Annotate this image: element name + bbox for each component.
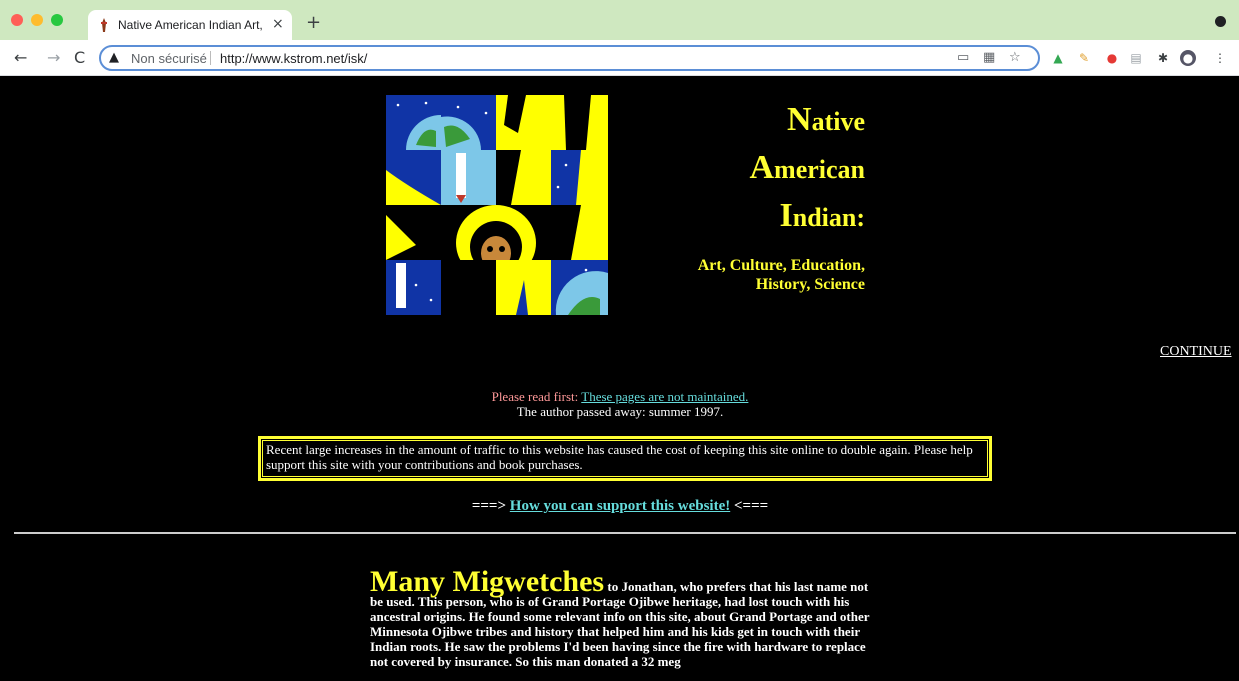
cost-notice-box: Recent large increases in the amount of … bbox=[258, 436, 992, 481]
notice-lead: Please read first: bbox=[491, 389, 579, 404]
browser-tab[interactable]: Native American Indian Art, Cul × bbox=[88, 10, 292, 40]
thanks-paragraph: Many Migwetches to Jonathan, who prefers… bbox=[370, 567, 880, 670]
horizontal-divider bbox=[14, 532, 1236, 534]
site-subtitle: Art, Culture, Education, History, Scienc… bbox=[697, 257, 865, 293]
google-drive-extension-icon[interactable]: ▲ bbox=[1050, 50, 1066, 66]
tab-search-icon[interactable] bbox=[1215, 16, 1226, 27]
title-line: Indian: bbox=[779, 197, 866, 234]
extensions-puzzle-icon[interactable]: ✱ bbox=[1155, 50, 1171, 66]
maintenance-notice: Please read first: These pages are not m… bbox=[380, 389, 860, 419]
new-tab-button[interactable]: + bbox=[306, 12, 321, 33]
support-website-link[interactable]: How you can support this website! bbox=[510, 498, 730, 514]
zoom-window-button[interactable] bbox=[51, 14, 63, 26]
browser-tab-bar: Native American Indian Art, Cul × + bbox=[0, 0, 1239, 40]
web-page: Native American Indian: Art, Culture, Ed… bbox=[0, 77, 1239, 681]
not-maintained-link[interactable]: These pages are not maintained. bbox=[581, 389, 748, 404]
document-extension-icon[interactable]: ▤ bbox=[1128, 50, 1144, 66]
site-title: Native American Indian: bbox=[650, 97, 865, 241]
reload-button[interactable]: C bbox=[74, 48, 85, 67]
address-separator bbox=[210, 51, 211, 65]
url-text[interactable]: http://www.kstrom.net/isk/ bbox=[220, 51, 367, 66]
browser-menu-icon[interactable]: ⋮ bbox=[1212, 50, 1228, 66]
back-button[interactable]: ← bbox=[14, 48, 27, 67]
security-label[interactable]: Non sécurisé bbox=[131, 51, 207, 66]
native-art-collage-image bbox=[386, 95, 608, 315]
support-line: ===> How you can support this website! <… bbox=[471, 498, 769, 514]
tab-title: Native American Indian Art, Cul bbox=[118, 18, 264, 32]
profile-avatar-icon[interactable]: ● bbox=[1180, 50, 1196, 66]
forward-button[interactable]: → bbox=[47, 48, 60, 67]
title-line: Native bbox=[787, 101, 865, 138]
qr-code-icon[interactable]: ▦ bbox=[983, 50, 995, 65]
site-favicon-icon bbox=[101, 18, 107, 32]
adblock-extension-icon[interactable]: ● bbox=[1104, 50, 1120, 66]
minimize-window-button[interactable] bbox=[31, 14, 43, 26]
warning-icon[interactable]: ▲ bbox=[109, 50, 119, 65]
title-line: American bbox=[749, 149, 865, 186]
continue-link[interactable]: CONTINUE bbox=[1160, 344, 1232, 360]
cast-icon[interactable]: ▭ bbox=[957, 50, 969, 65]
browser-toolbar: ← → C ▲ Non sécurisé http://www.kstrom.n… bbox=[0, 40, 1239, 76]
cost-notice-text: Recent large increases in the amount of … bbox=[262, 440, 988, 477]
author-notice: The author passed away: summer 1997. bbox=[516, 404, 724, 419]
color-picker-extension-icon[interactable]: ✎ bbox=[1076, 50, 1092, 66]
address-bar[interactable]: ▲ Non sécurisé http://www.kstrom.net/isk… bbox=[99, 45, 1040, 71]
tab-close-icon[interactable]: × bbox=[272, 16, 284, 32]
bookmark-star-icon[interactable]: ☆ bbox=[1009, 50, 1021, 65]
close-window-button[interactable] bbox=[11, 14, 23, 26]
